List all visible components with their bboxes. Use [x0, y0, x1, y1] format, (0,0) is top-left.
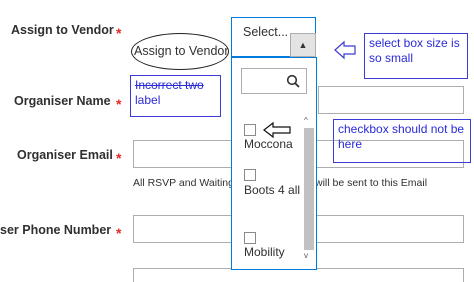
option-label[interactable]: Boots 4 all: [244, 182, 304, 198]
option-label[interactable]: Mobility: [244, 244, 304, 260]
chevron-up-icon[interactable]: ▲: [290, 33, 316, 57]
organiser-name-label: Organiser Name: [14, 94, 111, 108]
option-checkbox[interactable]: [244, 169, 256, 181]
required-mark: *: [116, 96, 122, 112]
phone-label: ser Phone Number: [0, 223, 112, 237]
search-icon: [286, 74, 300, 88]
description-input[interactable]: [133, 268, 464, 282]
arrow-left-icon: [263, 121, 291, 139]
arrow-left-icon: [334, 40, 356, 60]
scroll-down-icon[interactable]: v: [304, 251, 308, 260]
vendor-label: Assign to Vendor: [11, 23, 114, 37]
scroll-up-icon[interactable]: ^: [304, 116, 308, 125]
required-mark: *: [116, 225, 122, 241]
organiser-name-input[interactable]: [318, 86, 464, 114]
dropdown-search-input[interactable]: [241, 68, 307, 94]
vendor-dropdown: Moccona Boots 4 all Mobility ^ v: [231, 57, 317, 270]
email-helper-right: will be sent to this Email: [315, 177, 428, 189]
circled-vendor-label: Assign to Vendor: [134, 44, 229, 58]
annotation-checkbox: checkbox should not be here: [333, 119, 471, 163]
required-mark: *: [116, 150, 122, 166]
option-checkbox[interactable]: [244, 124, 256, 136]
annotation-two-label: Incorrect two label: [130, 75, 221, 117]
email-helper-left: All RSVP and Waiting: [133, 177, 234, 189]
select-value: Select...: [243, 25, 289, 39]
annotation-select-size: select box size is so small: [364, 33, 468, 79]
option-checkbox[interactable]: [244, 232, 256, 244]
required-mark: *: [116, 25, 122, 41]
scrollbar-thumb[interactable]: [304, 128, 314, 250]
organiser-email-label: Organiser Email: [17, 148, 113, 162]
